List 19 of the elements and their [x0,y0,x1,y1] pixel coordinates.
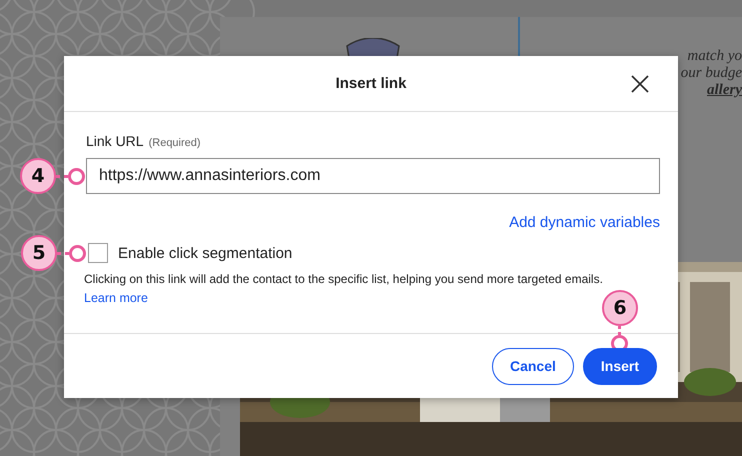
dynamic-variables-link[interactable]: Add dynamic variables [509,214,660,231]
background-text: our budge [680,65,742,82]
insert-button[interactable]: Insert [582,348,657,384]
description-text: Clicking on this link will add the contact to the specific list, helping you send more targeted emails. [84,272,604,286]
checkbox-label: Enable click segmentation [118,244,292,262]
gallery-link[interactable]: allery [707,82,742,99]
url-input-field[interactable]: https://www.annasinteriors.com [86,158,660,194]
field-label: Link URL [86,133,144,149]
marker-ring [68,168,85,184]
dialog-title: Insert link [336,75,406,92]
close-icon[interactable] [630,74,650,94]
background-text: match yo [687,48,742,65]
cancel-button[interactable]: Cancel [492,348,574,384]
shield-icon [345,38,401,58]
callout-badge: 6 [602,290,638,326]
checkbox[interactable] [88,243,108,263]
required-hint: (Required) [148,137,201,149]
marker-ring [69,244,86,262]
learn-more-link[interactable]: Learn more [84,291,148,305]
